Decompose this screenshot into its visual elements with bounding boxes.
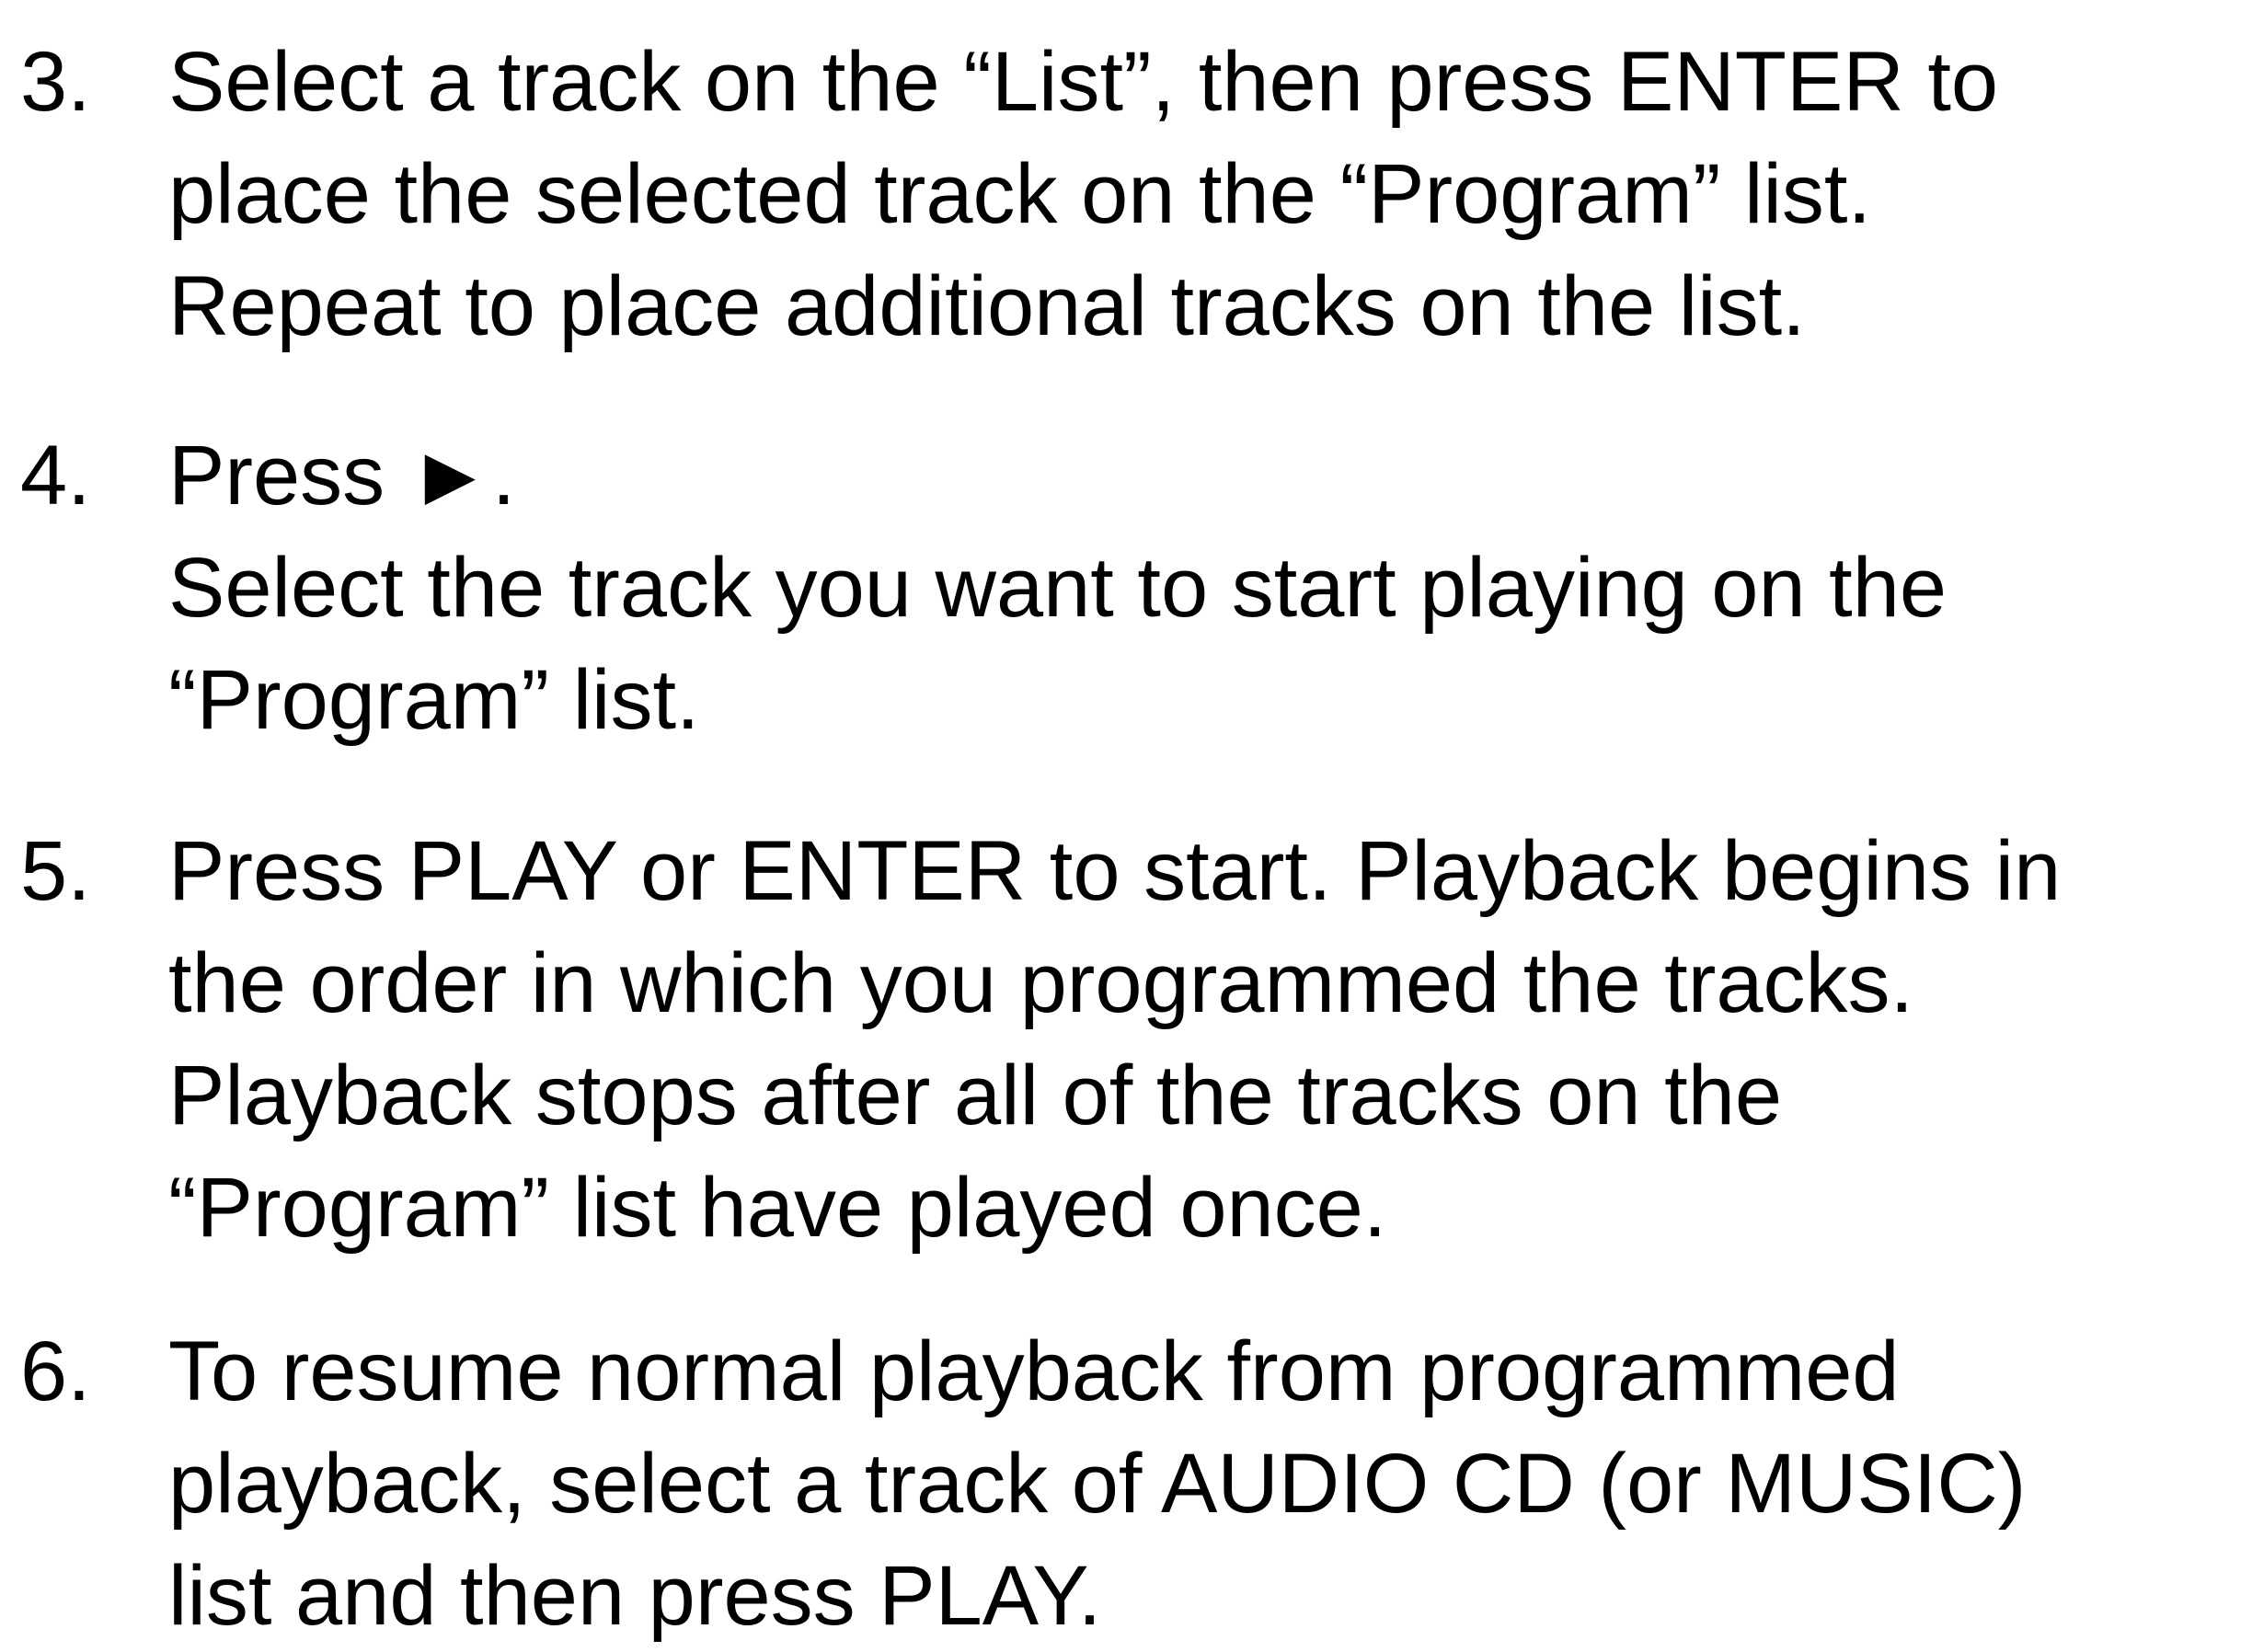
step-line: Select a track on the “List”, then press…	[168, 35, 1999, 129]
step-line: the order in which you programmed the tr…	[168, 936, 1914, 1030]
step-line: Repeat to place additional tracks on the…	[168, 259, 1806, 353]
step-line: To resume normal playback from programme…	[168, 1325, 1900, 1418]
step-line: Select the track you want to start playi…	[168, 541, 1948, 635]
step-line: Press ►.	[168, 429, 516, 522]
step-number: 6.	[20, 1325, 91, 1418]
step-line: “Program” list.	[168, 653, 700, 747]
step-line: “Program” list have played once.	[168, 1161, 1387, 1255]
step-line: Press PLAY or ENTER to start. Playback b…	[168, 824, 2062, 918]
manual-page: 3. Select a track on the “List”, then pr…	[0, 0, 2252, 1643]
step-line: Playback stops after all of the tracks o…	[168, 1049, 1783, 1142]
step-text: Press PLAY or ENTER to start. Playback b…	[168, 815, 2238, 1264]
step-number: 4.	[20, 429, 91, 522]
step-text: To resume normal playback from programme…	[168, 1315, 2238, 1652]
step-text: Press ►. Select the track you want to st…	[168, 419, 2238, 756]
step-line: playback, select a track of AUDIO CD (or…	[168, 1437, 2027, 1531]
step-text: Select a track on the “List”, then press…	[168, 26, 2238, 362]
step-line: place the selected track on the “Program…	[168, 147, 1872, 241]
step-number: 5.	[20, 824, 91, 918]
step-number: 3.	[20, 35, 91, 129]
step-line: list and then press PLAY.	[168, 1549, 1102, 1643]
